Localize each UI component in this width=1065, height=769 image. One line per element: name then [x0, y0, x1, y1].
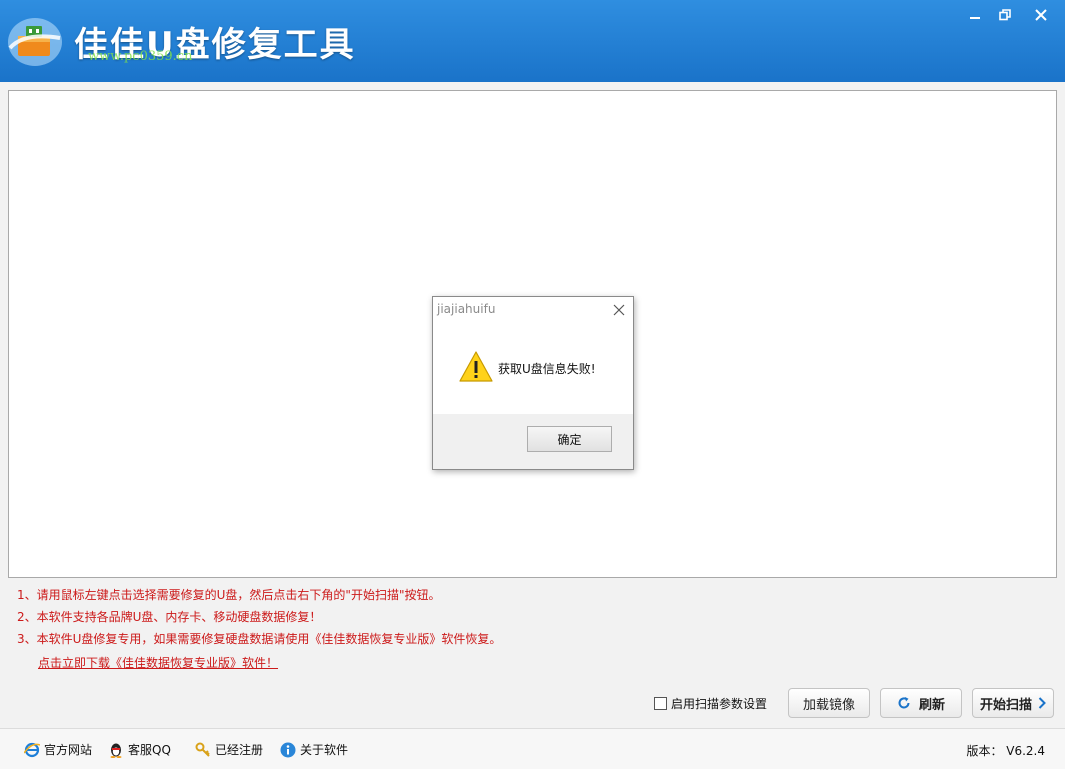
start-scan-button[interactable]: 开始扫描: [972, 688, 1054, 718]
app-logo-icon: [6, 12, 64, 68]
load-image-button[interactable]: 加载镜像: [788, 688, 870, 718]
download-pro-link[interactable]: 点击立即下载《佳佳数据恢复专业版》软件！: [38, 654, 278, 671]
dialog-ok-label: 确定: [557, 432, 582, 447]
load-image-label: 加载镜像: [802, 697, 855, 713]
scan-params-checkbox[interactable]: [654, 697, 667, 710]
tips-panel: 1、请用鼠标左键点击选择需要修复的U盘，然后点击右下角的"开始扫描"按钮。 2、…: [17, 586, 501, 671]
info-icon: [280, 742, 296, 758]
tip-line: 3、本软件U盘修复专用，如果需要修复硬盘数据请使用《佳佳数据恢复专业版》软件恢复…: [17, 632, 502, 646]
dialog-close-button[interactable]: [611, 302, 627, 318]
error-dialog: jiajiahuifu 获取U盘信息失败! 确定: [432, 296, 634, 470]
status-bar: 官方网站 客服QQ 已经注册 关于软件 版本： V6.2.4: [0, 728, 1065, 769]
about-label: 关于软件: [300, 743, 349, 757]
refresh-label: 刷新: [918, 697, 945, 713]
warning-icon: [459, 351, 493, 386]
website-link[interactable]: 官方网站: [24, 741, 92, 758]
close-button[interactable]: [1026, 2, 1056, 28]
registered-link[interactable]: 已经注册: [195, 741, 263, 758]
support-qq-label: 客服QQ: [128, 743, 171, 757]
registered-label: 已经注册: [215, 743, 264, 757]
tip-line: 1、请用鼠标左键点击选择需要修复的U盘，然后点击右下角的"开始扫描"按钮。: [17, 588, 441, 602]
chevron-right-icon: [1038, 697, 1046, 709]
close-icon: [1035, 9, 1047, 21]
version-text: 版本： V6.2.4: [966, 744, 1045, 758]
minimize-icon: [970, 17, 980, 19]
close-icon: [613, 304, 625, 316]
qq-penguin-icon: [108, 742, 124, 758]
minimize-button[interactable]: [960, 2, 990, 28]
restore-icon: [999, 9, 1011, 21]
title-bar: 佳佳U盘修复工具 www.pc0359.cn: [0, 0, 1065, 82]
watermark-text: www.pc0359.cn: [88, 49, 193, 64]
dialog-footer: 确定: [433, 414, 633, 469]
support-qq-link[interactable]: 客服QQ: [108, 741, 171, 758]
ie-icon: [24, 742, 40, 758]
start-scan-label: 开始扫描: [979, 697, 1032, 713]
tip-line: 2、本软件支持各品牌U盘、内存卡、移动硬盘数据修复！: [17, 610, 322, 624]
about-link[interactable]: 关于软件: [280, 741, 348, 758]
dialog-ok-button[interactable]: 确定: [527, 426, 612, 452]
refresh-button[interactable]: 刷新: [880, 688, 962, 718]
dialog-title: jiajiahuifu: [437, 302, 496, 316]
restore-button[interactable]: [990, 2, 1020, 28]
scan-params-option[interactable]: 启用扫描参数设置: [654, 695, 767, 712]
dialog-message: 获取U盘信息失败!: [498, 362, 596, 376]
key-icon: [195, 742, 211, 758]
refresh-icon: [898, 697, 910, 709]
scan-params-label: 启用扫描参数设置: [671, 697, 768, 711]
website-label: 官方网站: [44, 743, 93, 757]
